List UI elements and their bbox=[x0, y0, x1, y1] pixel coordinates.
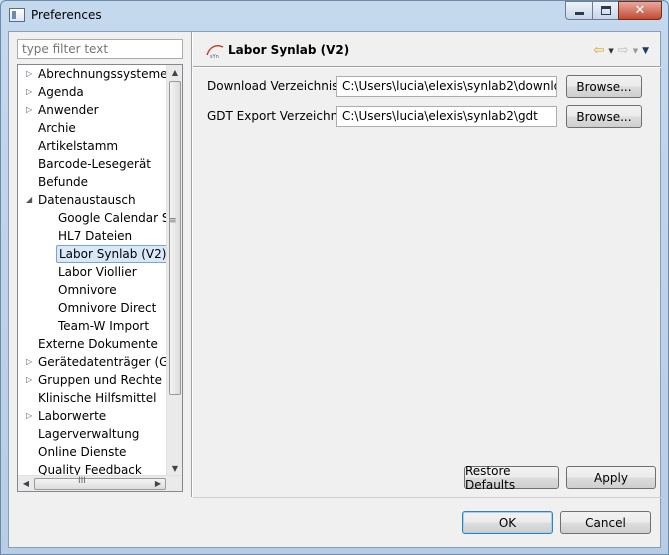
title-bar[interactable]: Preferences ✕ bbox=[1, 1, 668, 31]
tree-item[interactable]: Artikelstamm bbox=[18, 137, 167, 155]
tree-item[interactable]: Online Dienste bbox=[18, 443, 167, 461]
tree-item[interactable]: Befunde bbox=[18, 173, 167, 191]
vertical-scroll-thumb[interactable] bbox=[169, 81, 181, 395]
cancel-button[interactable]: Cancel bbox=[560, 511, 651, 534]
synlab-logo-icon: sYn bbox=[206, 45, 224, 59]
tree-vertical-scrollbar[interactable]: ▲ ≡ ▼ bbox=[166, 65, 182, 477]
tree-item[interactable]: Omnivore Direct bbox=[18, 299, 167, 317]
tree-item[interactable]: ▷ Anwender bbox=[18, 101, 167, 119]
back-dropdown-icon[interactable]: ▼ bbox=[608, 43, 613, 59]
tree-item-label: Archie bbox=[38, 121, 76, 135]
tree-item-label: Befunde bbox=[38, 175, 89, 189]
app-icon bbox=[9, 8, 25, 22]
tree-item-label: Labor Synlab (V2) bbox=[56, 245, 167, 263]
header-separator bbox=[193, 66, 661, 68]
gdt-browse-button[interactable]: Browse... bbox=[566, 105, 642, 128]
collapsed-arrow-icon[interactable]: ▷ bbox=[26, 353, 36, 371]
scroll-left-icon[interactable]: ◀ bbox=[18, 476, 34, 491]
tree-item-label: Agenda bbox=[38, 85, 84, 99]
filter-input[interactable] bbox=[17, 39, 183, 59]
back-arrow-icon[interactable]: ⇦ bbox=[593, 43, 604, 59]
expanded-arrow-icon[interactable]: ◢ bbox=[26, 191, 36, 209]
horizontal-scroll-thumb[interactable] bbox=[34, 478, 166, 490]
tree-item-label: Datenaustausch bbox=[38, 193, 136, 207]
tree-item-label: Laborwerte bbox=[38, 409, 107, 423]
maximize-button[interactable] bbox=[592, 1, 618, 20]
page-title: Labor Synlab (V2) bbox=[228, 43, 350, 57]
tree-item-label: Team-W Import bbox=[58, 319, 150, 333]
tree-item[interactable]: HL7 Dateien bbox=[18, 227, 167, 245]
preferences-window: Preferences ✕ ▷Abrechnungssysteme▷Agenda… bbox=[0, 0, 669, 555]
collapsed-arrow-icon[interactable]: ▷ bbox=[26, 407, 36, 425]
tree-item-label: Lagerverwaltung bbox=[38, 427, 140, 441]
tree-item[interactable]: Labor Viollier bbox=[18, 263, 167, 281]
tree-item-label: Artikelstamm bbox=[38, 139, 119, 153]
scroll-grip-icon: ≡ bbox=[169, 216, 177, 226]
scroll-up-icon[interactable]: ▲ bbox=[167, 65, 182, 81]
minimize-button[interactable] bbox=[565, 1, 592, 20]
tree-item[interactable]: Barcode-Lesegerät bbox=[18, 155, 167, 173]
tree-item[interactable]: Team-W Import bbox=[18, 317, 167, 335]
tree-item[interactable]: Labor Synlab (V2) bbox=[18, 245, 167, 263]
tree-item[interactable]: ▷ Agenda bbox=[18, 83, 167, 101]
forward-dropdown-icon[interactable]: ▼ bbox=[633, 43, 638, 59]
tree-items: ▷ Abrechnungssysteme ▷ Agenda ▷ Anwender Archi… bbox=[18, 65, 167, 477]
page-navigation: ⇦ ▼ ⇨ ▼ ▼ bbox=[593, 43, 649, 59]
tree-item[interactable]: ◢ Datenaustausch bbox=[18, 191, 167, 209]
tree-item-label: Anwender bbox=[38, 103, 99, 117]
tree-item[interactable]: Omnivore bbox=[18, 281, 167, 299]
gdt-export-directory-label: GDT Export Verzeichnis bbox=[207, 109, 348, 123]
tree-item-label: Omnivore Direct bbox=[58, 301, 157, 315]
page-header: sYn Labor Synlab (V2) ⇦ ▼ ⇨ ▼ ▼ bbox=[205, 41, 655, 63]
tree-item-label: Externe Dokumente bbox=[38, 337, 158, 351]
minimize-icon bbox=[574, 11, 584, 15]
restore-defaults-button[interactable]: Restore Defaults bbox=[464, 464, 559, 492]
tree-item-label: Barcode-Lesegerät bbox=[38, 157, 152, 171]
tree-item[interactable]: Google Calendar Syn bbox=[18, 209, 167, 227]
collapsed-arrow-icon[interactable]: ▷ bbox=[26, 101, 36, 119]
window-controls: ✕ bbox=[565, 1, 662, 20]
download-directory-field[interactable]: C:\Users\lucia\elexis\synlab2\download bbox=[336, 76, 557, 97]
download-directory-label: Download Verzeichnis bbox=[207, 79, 339, 93]
dialog-client-area: ▷Abrechnungssysteme▷Agenda▷AnwenderArchi… bbox=[8, 31, 661, 548]
tree-horizontal-scrollbar[interactable]: ◀ III ▶ bbox=[18, 475, 182, 491]
tree-item-label: HL7 Dateien bbox=[58, 229, 133, 243]
gdt-export-directory-field[interactable]: C:\Users\lucia\elexis\synlab2\gdt bbox=[336, 106, 557, 127]
ok-button[interactable]: OK bbox=[462, 511, 553, 534]
tree-item-label: Online Dienste bbox=[38, 445, 127, 459]
tree-item-label: Labor Viollier bbox=[58, 265, 137, 279]
preference-tree: ▷ Abrechnungssysteme ▷ Agenda ▷ Anwender Archi… bbox=[17, 64, 183, 492]
pane-divider[interactable] bbox=[191, 32, 193, 497]
view-menu-icon[interactable]: ▼ bbox=[642, 43, 649, 59]
window-title: Preferences bbox=[31, 8, 102, 22]
tree-item[interactable]: ▷ Abrechnungssysteme bbox=[18, 65, 167, 83]
tree-item[interactable]: ▷Gerätedatenträger (GDT bbox=[18, 353, 167, 371]
tree-item-label: Gerätedatenträger (GDT bbox=[38, 355, 167, 369]
tree-item[interactable]: Archie bbox=[18, 119, 167, 137]
tree-item-label: Omnivore bbox=[58, 283, 117, 297]
collapsed-arrow-icon[interactable]: ▷ bbox=[26, 65, 36, 83]
svg-text:sYn: sYn bbox=[210, 54, 219, 59]
collapsed-arrow-icon[interactable]: ▷ bbox=[26, 371, 36, 389]
tree-item[interactable]: ▷ Laborwerte bbox=[18, 407, 167, 425]
tree-item-label: Abrechnungssysteme bbox=[38, 67, 167, 81]
close-button[interactable]: ✕ bbox=[618, 1, 662, 20]
download-browse-button[interactable]: Browse... bbox=[566, 75, 642, 98]
collapsed-arrow-icon[interactable]: ▷ bbox=[26, 83, 36, 101]
close-icon: ✕ bbox=[634, 3, 646, 18]
tree-item-label: Klinische Hilfsmittel bbox=[38, 391, 157, 405]
tree-item[interactable]: Externe Dokumente bbox=[18, 335, 167, 353]
footer-separator bbox=[193, 497, 661, 498]
tree-item[interactable]: ▷ Gruppen und Rechte bbox=[18, 371, 167, 389]
forward-arrow-icon[interactable]: ⇨ bbox=[618, 43, 629, 59]
tree-item-label: Google Calendar Syn bbox=[58, 211, 167, 225]
scroll-grip-horizontal-icon: III bbox=[78, 476, 86, 486]
scroll-right-icon[interactable]: ▶ bbox=[150, 476, 166, 491]
tree-item-label: Gruppen und Rechte bbox=[38, 373, 162, 387]
tree-item[interactable]: Klinische Hilfsmittel bbox=[18, 389, 167, 407]
maximize-icon bbox=[600, 6, 611, 15]
tree-item[interactable]: Lagerverwaltung bbox=[18, 425, 167, 443]
apply-button[interactable]: Apply bbox=[566, 466, 656, 489]
